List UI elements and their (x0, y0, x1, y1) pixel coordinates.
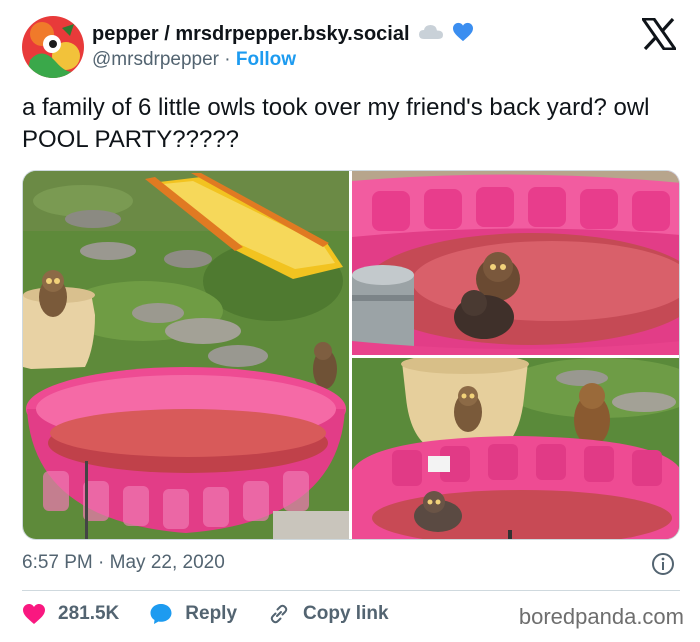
copy-link-label: Copy link (303, 603, 389, 624)
like-count: 281.5K (58, 603, 120, 624)
like-button[interactable]: 281.5K (22, 602, 119, 626)
reply-button[interactable]: Reply (149, 602, 237, 626)
cloud-icon (418, 23, 444, 46)
handle[interactable]: @mrsdrpepper (92, 49, 219, 70)
copy-link-button[interactable]: Copy link (267, 602, 389, 626)
timestamp[interactable]: 6:57 PM · May 22, 2020 (22, 552, 225, 574)
name-row: pepper / mrsdrpepper.bsky.social (92, 22, 474, 47)
follow-button[interactable]: Follow (236, 49, 296, 70)
photo-owls-rim[interactable] (352, 358, 679, 539)
tweet-card: pepper / mrsdrpepper.bsky.social @mrsdrp… (0, 0, 700, 642)
like-heart-icon (22, 602, 46, 626)
divider (22, 590, 680, 591)
photo-owls-swimming[interactable] (352, 171, 679, 355)
avatar[interactable] (22, 16, 84, 78)
info-icon[interactable] (651, 552, 675, 576)
display-name[interactable]: pepper / mrsdrpepper.bsky.social (92, 23, 410, 46)
reply-label: Reply (185, 603, 238, 624)
link-icon (267, 602, 291, 626)
x-logo-icon[interactable] (640, 17, 678, 51)
watermark: boredpanda.com (518, 604, 684, 629)
reply-bubble-icon (149, 602, 173, 626)
heart-icon (452, 22, 474, 47)
photo-yard-pool[interactable] (23, 171, 349, 539)
photo-grid (22, 170, 680, 540)
handle-row: @mrsdrpepper · Follow (92, 49, 296, 71)
tweet-text: a family of 6 little owls took over my f… (22, 94, 650, 153)
action-bar: 281.5K Reply Copy link (22, 602, 419, 626)
separator-dot: · (224, 49, 231, 70)
